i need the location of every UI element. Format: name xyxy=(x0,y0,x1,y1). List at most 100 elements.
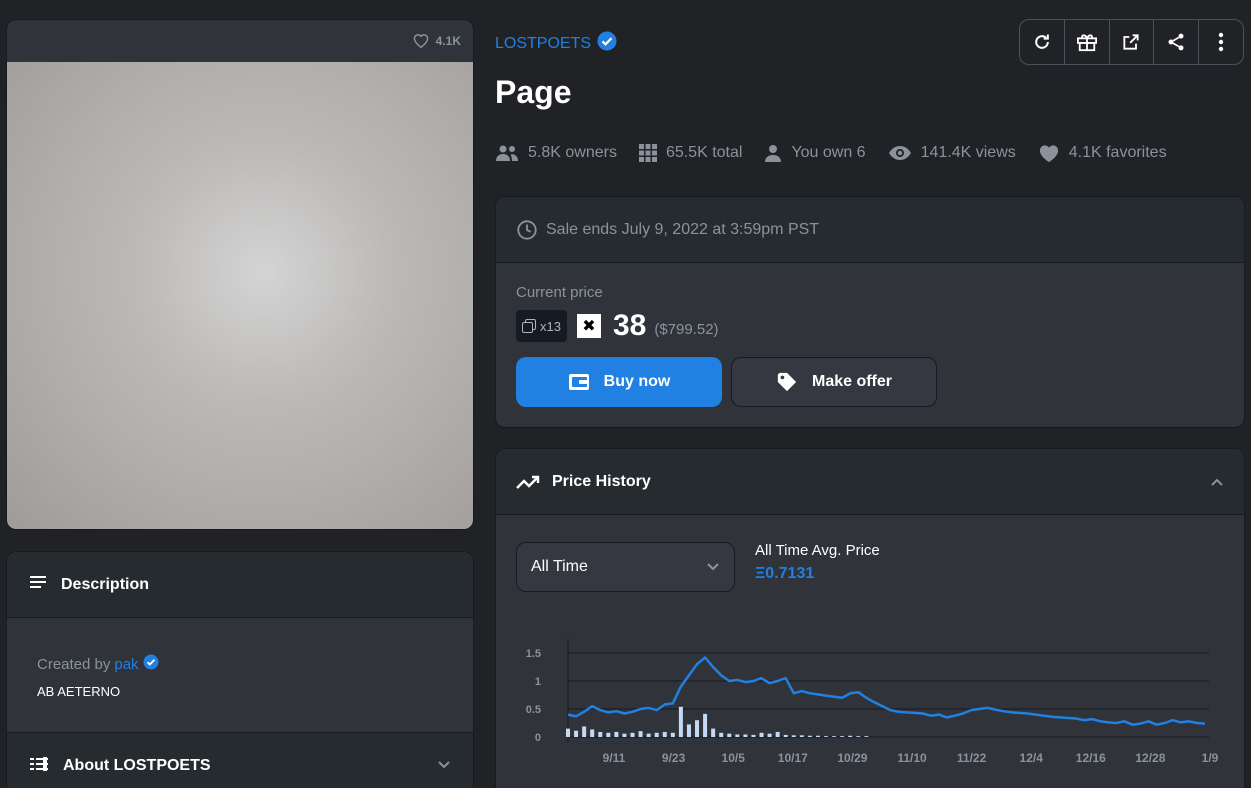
y-tick-label: 1 xyxy=(535,676,541,688)
description-body: Created by pak AB AETERNO xyxy=(7,618,473,733)
volume-bar xyxy=(727,733,732,737)
buy-now-label: Buy now xyxy=(603,373,671,390)
external-link-icon xyxy=(1123,34,1140,50)
price-usd: ($799.52) xyxy=(654,320,719,338)
external-link-button[interactable] xyxy=(1110,20,1155,64)
y-tick-label: 0 xyxy=(535,732,541,744)
sale-header: Sale ends July 9, 2022 at 3:59pm PST xyxy=(496,197,1244,263)
more-icon xyxy=(1218,32,1224,52)
price-history-panel: Price History All Time All Time Avg. Pri… xyxy=(495,448,1245,788)
x-tick-label: 9/11 xyxy=(603,751,626,765)
views-stat: 141.4K views xyxy=(888,144,1016,162)
favorite-count: 4.1K xyxy=(435,34,461,48)
x-tick-label: 10/5 xyxy=(722,751,746,765)
volume-bar xyxy=(582,726,587,737)
sale-actions: Buy now Make offer xyxy=(516,357,1224,407)
volume-bar xyxy=(751,734,756,737)
make-offer-button[interactable]: Make offer xyxy=(731,357,937,407)
quantity-badge: x13 xyxy=(516,310,567,342)
collection-name[interactable]: LOSTPOETS xyxy=(495,35,591,53)
volume-bar xyxy=(630,732,635,737)
owners-stat[interactable]: 5.8K owners xyxy=(495,144,617,162)
sale-ends-text: Sale ends July 9, 2022 at 3:59pm PST xyxy=(546,220,820,238)
avg-price-label: All Time Avg. Price xyxy=(755,542,880,559)
page-title: Page xyxy=(495,74,572,110)
chevron-down-icon xyxy=(707,563,719,571)
description-header[interactable]: Description xyxy=(7,552,473,618)
favorites-count: 4.1K favorites xyxy=(1068,144,1167,161)
refresh-icon xyxy=(1035,34,1049,49)
volume-bar xyxy=(654,732,659,737)
volume-bar xyxy=(703,713,708,737)
buy-now-button[interactable]: Buy now xyxy=(516,357,722,407)
current-price-label: Current price xyxy=(516,284,603,301)
sale-panel: Sale ends July 9, 2022 at 3:59pm PST Cur… xyxy=(495,196,1245,428)
price-history-chart[interactable]: 1.5 1 0.5 0 9/11 9/23 10/5 10/17 10/29 11/10 11/22… xyxy=(496,629,1245,769)
avg-price-block: All Time Avg. Price Ξ0.7131 xyxy=(755,542,880,583)
favorite-heart-icon[interactable] xyxy=(412,32,430,51)
share-icon xyxy=(1168,33,1184,51)
volume-bar xyxy=(799,735,804,737)
copies-icon xyxy=(522,319,536,333)
volume-bar xyxy=(678,706,683,737)
wallet-icon xyxy=(568,374,589,390)
volume-bar xyxy=(590,729,595,737)
volume-bar xyxy=(574,730,579,737)
volume-bar xyxy=(670,732,675,737)
x-tick-label: 12/4 xyxy=(1020,751,1044,765)
clock-icon xyxy=(517,219,537,240)
eye-icon xyxy=(888,146,911,160)
share-button[interactable] xyxy=(1154,20,1200,64)
chevron-up-icon[interactable] xyxy=(1210,477,1224,487)
time-range-value: All Time xyxy=(531,558,588,575)
volume-bar xyxy=(638,731,643,737)
x-tick-label: 11/10 xyxy=(897,751,927,765)
refresh-button[interactable] xyxy=(1020,20,1065,64)
you-own-count: You own 6 xyxy=(791,144,866,161)
x-tick-label: 10/17 xyxy=(778,751,808,765)
you-own-stat[interactable]: You own 6 xyxy=(764,144,866,162)
creator-link[interactable]: pak xyxy=(114,656,138,673)
sale-body: Current price x13 ✖ 38 ($799.52) Buy now… xyxy=(496,263,1244,407)
nft-image[interactable] xyxy=(7,62,473,529)
volume-bar xyxy=(719,732,724,737)
x-tick-label: 10/29 xyxy=(837,751,867,765)
price-history-header[interactable]: Price History xyxy=(496,449,1244,515)
about-header[interactable]: About LOSTPOETS xyxy=(7,733,473,788)
volume-bar xyxy=(848,735,853,737)
volume-bar xyxy=(791,735,796,737)
about-icon xyxy=(29,756,49,777)
volume-bar xyxy=(662,731,667,737)
collection-link[interactable]: LOSTPOETS xyxy=(495,31,617,56)
grid-icon xyxy=(638,144,657,162)
volume-bar xyxy=(695,720,700,737)
quantity-value: x13 xyxy=(540,318,561,334)
x-tick-label: 12/28 xyxy=(1135,751,1165,765)
owners-icon xyxy=(496,145,518,161)
volume-bar xyxy=(686,724,691,737)
more-button[interactable] xyxy=(1199,20,1243,64)
tag-icon xyxy=(777,372,797,392)
time-range-select[interactable]: All Time xyxy=(516,542,735,592)
chevron-down-icon[interactable] xyxy=(437,757,451,775)
total-stat: 65.5K total xyxy=(638,144,742,162)
verified-badge-icon xyxy=(143,654,159,674)
y-tick-label: 0.5 xyxy=(526,704,541,716)
description-panel: Description Created by pak AB AETERNO Ab… xyxy=(6,551,474,788)
gift-button[interactable] xyxy=(1065,20,1110,64)
x-tick-label: 12/16 xyxy=(1076,751,1106,765)
price-history-controls: All Time All Time Avg. Price Ξ0.7131 xyxy=(496,515,1244,592)
favorites-stat[interactable]: 4.1K favorites xyxy=(1038,143,1167,163)
volume-bar xyxy=(775,731,780,737)
created-by: Created by pak xyxy=(37,654,443,674)
views-count: 141.4K views xyxy=(920,144,1016,161)
volume-bar xyxy=(856,736,861,737)
volume-bar xyxy=(807,735,812,737)
volume-bar xyxy=(759,732,764,737)
volume-bar xyxy=(566,728,570,737)
volume-bar xyxy=(815,735,820,737)
x-tick-label: 1/9 xyxy=(1202,751,1219,765)
price-history-title: Price History xyxy=(552,472,651,490)
price-row: x13 ✖ 38 ($799.52) xyxy=(516,309,1224,343)
x-tick-label: 9/23 xyxy=(662,751,686,765)
